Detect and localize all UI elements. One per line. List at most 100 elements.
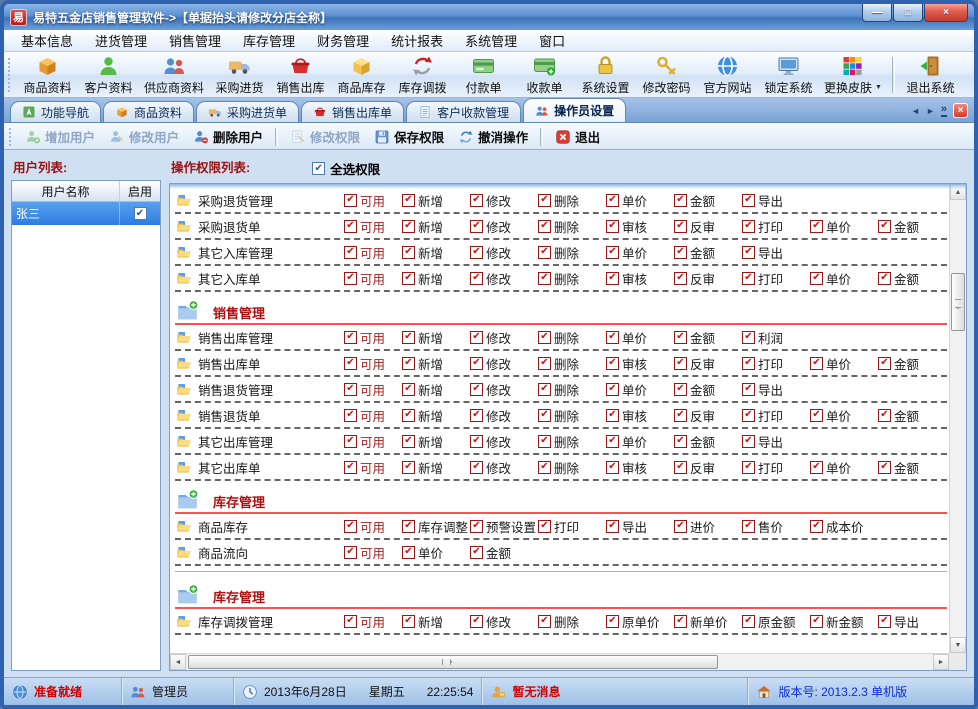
- checked-checkbox-icon[interactable]: ✔: [742, 220, 755, 233]
- permission-option[interactable]: ✔导出: [878, 612, 946, 631]
- checked-checkbox-icon[interactable]: ✔: [878, 220, 891, 233]
- permission-option[interactable]: ✔金额: [878, 458, 946, 477]
- checked-checkbox-icon[interactable]: ✔: [606, 435, 619, 448]
- horizontal-scroll-thumb[interactable]: [188, 655, 718, 669]
- permission-option[interactable]: ✔单价: [810, 269, 878, 288]
- close-button[interactable]: ×: [924, 4, 968, 22]
- user-toolbar-button[interactable]: 增加用户: [18, 125, 102, 148]
- permission-option[interactable]: ✔导出: [742, 380, 810, 399]
- checked-checkbox-icon[interactable]: ✔: [470, 246, 483, 259]
- checked-checkbox-icon[interactable]: ✔: [402, 461, 415, 474]
- checked-checkbox-icon[interactable]: ✔: [538, 220, 551, 233]
- toolbar-button[interactable]: 官方网站: [697, 53, 758, 96]
- scroll-right-icon[interactable]: ►: [933, 654, 949, 670]
- permission-option[interactable]: ✔打印: [742, 354, 810, 373]
- checked-checkbox-icon[interactable]: ✔: [402, 409, 415, 422]
- checked-checkbox-icon[interactable]: ✔: [606, 272, 619, 285]
- permission-option[interactable]: ✔单价: [810, 354, 878, 373]
- checked-checkbox-icon[interactable]: ✔: [742, 357, 755, 370]
- permission-option[interactable]: ✔反审: [674, 354, 742, 373]
- permission-option[interactable]: ✔导出: [742, 243, 810, 262]
- checked-checkbox-icon[interactable]: ✔: [538, 520, 551, 533]
- tab[interactable]: 商品资料: [103, 101, 194, 122]
- permission-option[interactable]: ✔修改: [470, 243, 538, 262]
- permission-option[interactable]: ✔可用: [344, 328, 402, 347]
- scroll-down-icon[interactable]: ▼: [950, 637, 966, 653]
- checked-checkbox-icon[interactable]: ✔: [742, 409, 755, 422]
- checked-checkbox-icon[interactable]: ✔: [538, 435, 551, 448]
- toolbar-button[interactable]: 库存调拨: [392, 53, 453, 96]
- checked-checkbox-icon[interactable]: ✔: [606, 220, 619, 233]
- checked-checkbox-icon[interactable]: ✔: [402, 220, 415, 233]
- permission-option[interactable]: ✔审核: [606, 354, 674, 373]
- tab-list-icon[interactable]: »: [941, 104, 947, 117]
- toolbar-button[interactable]: 销售出库: [270, 53, 331, 96]
- checked-checkbox-icon[interactable]: ✔: [470, 546, 483, 559]
- checked-checkbox-icon[interactable]: ✔: [810, 357, 823, 370]
- checked-checkbox-icon[interactable]: ✔: [344, 220, 357, 233]
- checked-checkbox-icon[interactable]: ✔: [470, 194, 483, 207]
- toolbar-button[interactable]: 退出系统: [900, 53, 961, 96]
- checked-checkbox-icon[interactable]: ✔: [606, 194, 619, 207]
- permission-option[interactable]: ✔删除: [538, 243, 606, 262]
- checked-checkbox-icon[interactable]: ✔: [674, 194, 687, 207]
- permission-option[interactable]: ✔新单价: [674, 612, 742, 631]
- checked-checkbox-icon[interactable]: ✔: [402, 331, 415, 344]
- permission-option[interactable]: ✔打印: [742, 269, 810, 288]
- permission-option[interactable]: ✔打印: [742, 458, 810, 477]
- checked-checkbox-icon[interactable]: ✔: [742, 272, 755, 285]
- permission-option[interactable]: ✔库存调整: [402, 517, 470, 536]
- checked-checkbox-icon[interactable]: ✔: [606, 383, 619, 396]
- permission-option[interactable]: ✔反审: [674, 458, 742, 477]
- menu-item[interactable]: 财务管理: [306, 29, 380, 52]
- permission-option[interactable]: ✔修改: [470, 380, 538, 399]
- checked-checkbox-icon[interactable]: ✔: [402, 246, 415, 259]
- menu-item[interactable]: 销售管理: [158, 29, 232, 52]
- checked-checkbox-icon[interactable]: ✔: [742, 461, 755, 474]
- checked-checkbox-icon[interactable]: ✔: [674, 272, 687, 285]
- permission-option[interactable]: ✔新增: [402, 191, 470, 210]
- checked-checkbox-icon[interactable]: ✔: [742, 331, 755, 344]
- checked-checkbox-icon[interactable]: ✔: [674, 409, 687, 422]
- permission-option[interactable]: ✔单价: [810, 458, 878, 477]
- permission-option[interactable]: ✔可用: [344, 517, 402, 536]
- toolbar-button[interactable]: 付款单: [453, 53, 514, 96]
- checked-checkbox-icon[interactable]: ✔: [810, 272, 823, 285]
- permission-option[interactable]: ✔新增: [402, 354, 470, 373]
- toolbar-button[interactable]: 采购进货: [209, 53, 270, 96]
- permission-option[interactable]: ✔导出: [742, 432, 810, 451]
- checked-checkbox-icon[interactable]: ✔: [470, 272, 483, 285]
- checked-checkbox-icon[interactable]: ✔: [810, 520, 823, 533]
- permission-option[interactable]: ✔新金额: [810, 612, 878, 631]
- permission-option[interactable]: ✔新增: [402, 612, 470, 631]
- select-all-permissions[interactable]: ✔ 全选权限: [312, 159, 380, 178]
- checked-checkbox-icon[interactable]: ✔: [742, 615, 755, 628]
- vertical-scroll-thumb[interactable]: [951, 273, 965, 331]
- checked-checkbox-icon[interactable]: ✔: [402, 520, 415, 533]
- permission-option[interactable]: ✔新增: [402, 328, 470, 347]
- checked-checkbox-icon[interactable]: ✔: [344, 435, 357, 448]
- checked-checkbox-icon[interactable]: ✔: [538, 615, 551, 628]
- checked-checkbox-icon[interactable]: ✔: [344, 546, 357, 559]
- permission-option[interactable]: ✔可用: [344, 432, 402, 451]
- permission-option[interactable]: ✔新增: [402, 380, 470, 399]
- checked-checkbox-icon[interactable]: ✔: [674, 615, 687, 628]
- tab[interactable]: 客户收款管理: [406, 101, 521, 122]
- checked-checkbox-icon[interactable]: ✔: [402, 383, 415, 396]
- checked-checkbox-icon[interactable]: ✔: [810, 461, 823, 474]
- permission-option[interactable]: ✔反审: [674, 217, 742, 236]
- user-toolbar-button[interactable]: 修改用户: [102, 125, 186, 148]
- permission-option[interactable]: ✔新增: [402, 406, 470, 425]
- checked-checkbox-icon[interactable]: ✔: [674, 383, 687, 396]
- permission-option[interactable]: ✔修改: [470, 217, 538, 236]
- menu-item[interactable]: 基本信息: [10, 29, 84, 52]
- permission-option[interactable]: ✔修改: [470, 328, 538, 347]
- toolbar-button[interactable]: 系统设置: [575, 53, 636, 96]
- menu-item[interactable]: 库存管理: [232, 29, 306, 52]
- menu-item[interactable]: 统计报表: [380, 29, 454, 52]
- permission-option[interactable]: ✔删除: [538, 458, 606, 477]
- vertical-scrollbar[interactable]: ▲ ▼: [949, 184, 966, 653]
- checked-checkbox-icon[interactable]: ✔: [742, 383, 755, 396]
- checked-checkbox-icon[interactable]: ✔: [344, 383, 357, 396]
- permission-option[interactable]: ✔反审: [674, 406, 742, 425]
